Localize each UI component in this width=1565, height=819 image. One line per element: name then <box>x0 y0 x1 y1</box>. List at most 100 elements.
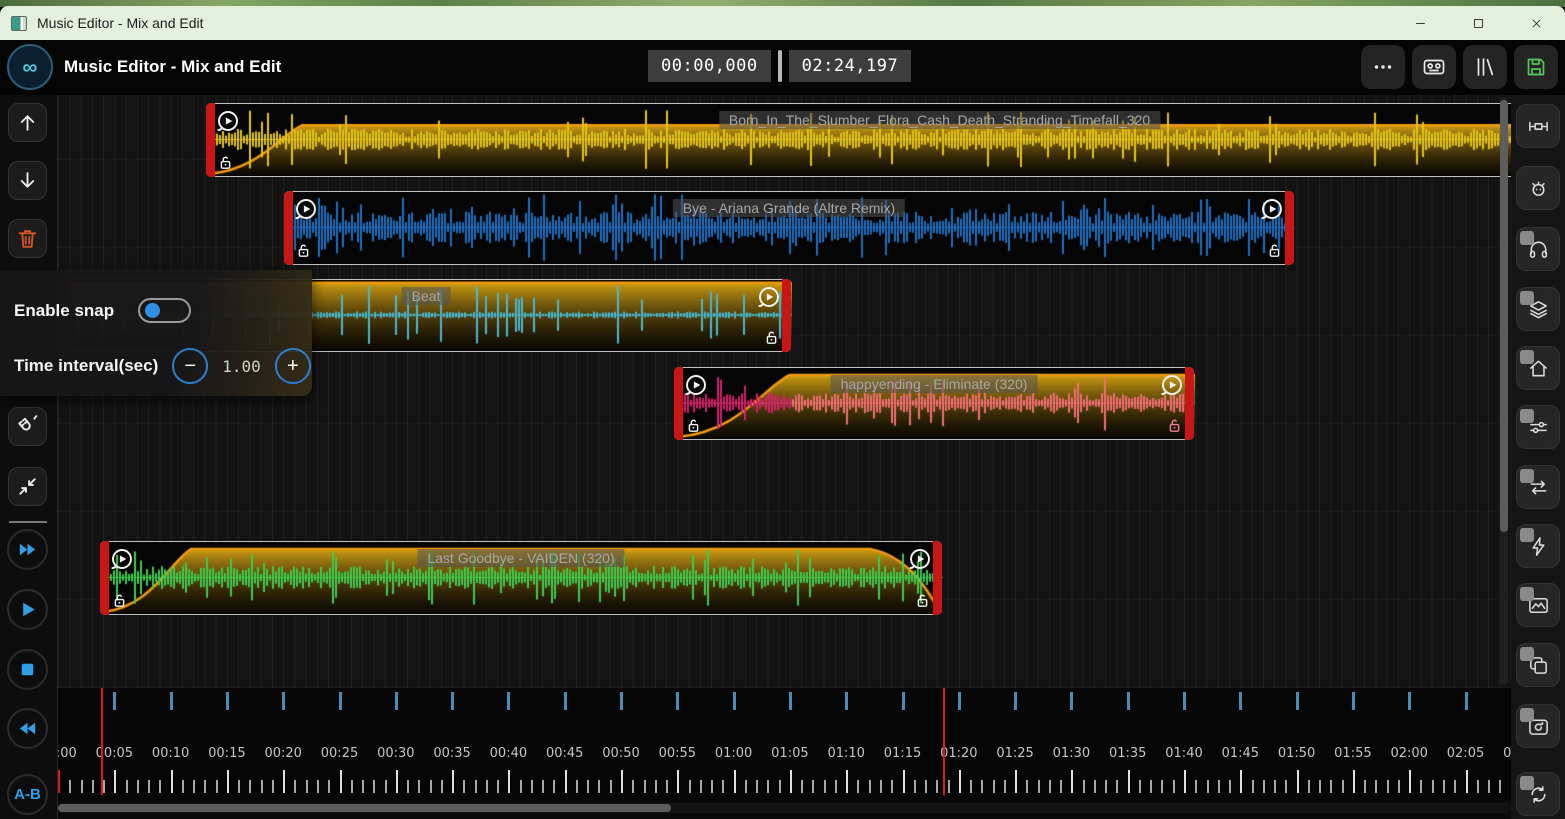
clip-left-trim-handle[interactable] <box>100 541 109 615</box>
ruler-tick <box>891 780 893 793</box>
ruler-tick <box>171 770 173 793</box>
clip-lock-icon[interactable] <box>216 153 235 172</box>
ruler-tick <box>340 770 342 793</box>
clip-play-icon[interactable] <box>215 108 241 134</box>
play-button[interactable] <box>7 589 48 630</box>
audio-clip-1[interactable]: Born_In_The_Slumber_Flora_Cash_Death_Str… <box>206 103 1512 177</box>
snap-tick <box>733 692 736 710</box>
home-tool-button[interactable] <box>1516 346 1560 390</box>
clip-lock-icon[interactable] <box>762 328 781 347</box>
interval-decrease-button[interactable]: − <box>172 348 208 384</box>
ab-loop-button[interactable]: A-B <box>7 774 48 815</box>
ruler-tick <box>1330 780 1332 793</box>
horizontal-scrollbar[interactable] <box>58 803 1512 813</box>
clip-right-trim-handle[interactable] <box>782 279 791 352</box>
ruler-tick <box>812 780 814 793</box>
ruler-label: 00:15 <box>208 746 245 761</box>
ruler-tick <box>1150 780 1152 793</box>
ruler-tick <box>722 780 724 793</box>
trim-tool-button[interactable] <box>1516 104 1560 148</box>
clip-lock-icon[interactable] <box>1165 416 1184 435</box>
clip-left-trim-handle[interactable] <box>674 367 683 440</box>
clip-play-icon[interactable] <box>756 284 782 310</box>
preview-headphones-tool-button[interactable] <box>1516 227 1560 271</box>
clip-title: Beat <box>402 287 451 305</box>
ruler-tick <box>1477 780 1479 793</box>
clip-right-trim-handle[interactable] <box>1285 191 1294 265</box>
more-options-button[interactable] <box>1361 45 1405 89</box>
ruler-tick <box>486 780 488 793</box>
clip-lock-icon[interactable] <box>913 591 932 610</box>
stop-button[interactable] <box>7 649 48 690</box>
recordings-button[interactable] <box>1412 45 1456 89</box>
ruler-tick <box>92 780 94 793</box>
audio-clip-2[interactable]: Bye - Ariana Grande (Altre Remix) <box>284 191 1294 265</box>
ruler-tick <box>948 780 950 793</box>
maximize-button[interactable] <box>1449 6 1507 40</box>
layers-tool-button[interactable] <box>1516 287 1560 331</box>
ruler-tick <box>1184 770 1186 793</box>
move-track-up-button[interactable] <box>8 103 47 142</box>
ruler-label: 00:30 <box>377 746 414 761</box>
ruler-tick <box>565 770 567 793</box>
clip-right-trim-handle[interactable] <box>933 541 942 615</box>
clip-lock-icon[interactable] <box>294 241 313 260</box>
clip-play-icon[interactable] <box>1259 196 1285 222</box>
clip-left-trim-handle[interactable] <box>206 103 215 177</box>
ruler-tick <box>1105 780 1107 793</box>
fast-forward-button[interactable] <box>7 529 48 570</box>
interval-increase-button[interactable]: + <box>275 348 311 384</box>
vertical-scrollbar[interactable] <box>1500 97 1508 685</box>
ruler-tick <box>857 780 859 793</box>
clip-play-icon[interactable] <box>109 546 135 572</box>
save-button[interactable] <box>1514 45 1558 89</box>
vertical-scrollbar-thumb[interactable] <box>1500 100 1508 532</box>
boost-tool-button[interactable] <box>1516 524 1560 568</box>
ruler-tick <box>1004 780 1006 793</box>
audio-clip-4[interactable]: happyending - Eliminate (320) <box>674 367 1194 440</box>
ruler-tick <box>610 780 612 793</box>
snapshot-tool-button[interactable] <box>1516 704 1560 748</box>
waveform-image-tool-button[interactable] <box>1516 583 1560 627</box>
loop-marker-b[interactable] <box>943 688 945 795</box>
loop-marker-a[interactable] <box>101 688 103 795</box>
ai-voice-tool-button[interactable] <box>1516 166 1560 210</box>
delete-clip-button[interactable] <box>8 219 47 258</box>
time-ruler[interactable]: 00:0000:0500:1000:1500:2000:2500:3000:35… <box>58 688 1512 800</box>
mixer-tool-button[interactable] <box>1516 405 1560 449</box>
horizontal-scrollbar-thumb[interactable] <box>58 804 671 812</box>
snap-settings-button[interactable] <box>8 407 47 446</box>
ruler-label: 00:50 <box>602 746 639 761</box>
clip-lock-icon[interactable] <box>684 416 703 435</box>
duplicate-tool-button[interactable] <box>1516 643 1560 687</box>
ruler-tick <box>508 770 510 793</box>
clip-play-icon[interactable] <box>293 196 319 222</box>
ruler-tick <box>981 780 983 793</box>
sync-tool-button[interactable] <box>1516 772 1560 816</box>
clip-play-icon[interactable] <box>683 372 709 398</box>
tool-badge <box>1520 528 1534 542</box>
library-button[interactable] <box>1463 45 1507 89</box>
snap-tick <box>113 692 116 710</box>
minimize-button[interactable] <box>1391 6 1449 40</box>
swap-tool-button[interactable] <box>1516 465 1560 509</box>
clip-play-icon[interactable] <box>907 546 933 572</box>
toggle-knob <box>145 303 160 318</box>
move-track-down-button[interactable] <box>8 161 47 200</box>
clip-play-icon[interactable] <box>1159 372 1185 398</box>
ruler-tick <box>1466 770 1468 793</box>
clip-lock-icon[interactable] <box>1265 241 1284 260</box>
collapse-tracks-button[interactable] <box>8 467 47 506</box>
snap-tick <box>1183 692 1186 710</box>
clip-right-trim-handle[interactable] <box>1185 367 1194 440</box>
clip-left-trim-handle[interactable] <box>284 191 293 265</box>
snap-tick <box>1352 692 1355 710</box>
playhead-marker[interactable] <box>58 770 60 793</box>
close-button[interactable] <box>1507 6 1565 40</box>
rewind-button[interactable] <box>7 708 48 749</box>
clip-lock-icon[interactable] <box>110 591 129 610</box>
enable-snap-toggle[interactable] <box>138 298 191 323</box>
audio-clip-5[interactable]: Last Goodbye - VAIDEN (320) <box>100 541 942 615</box>
snap-tick <box>1465 692 1468 710</box>
snap-tick <box>902 692 905 710</box>
